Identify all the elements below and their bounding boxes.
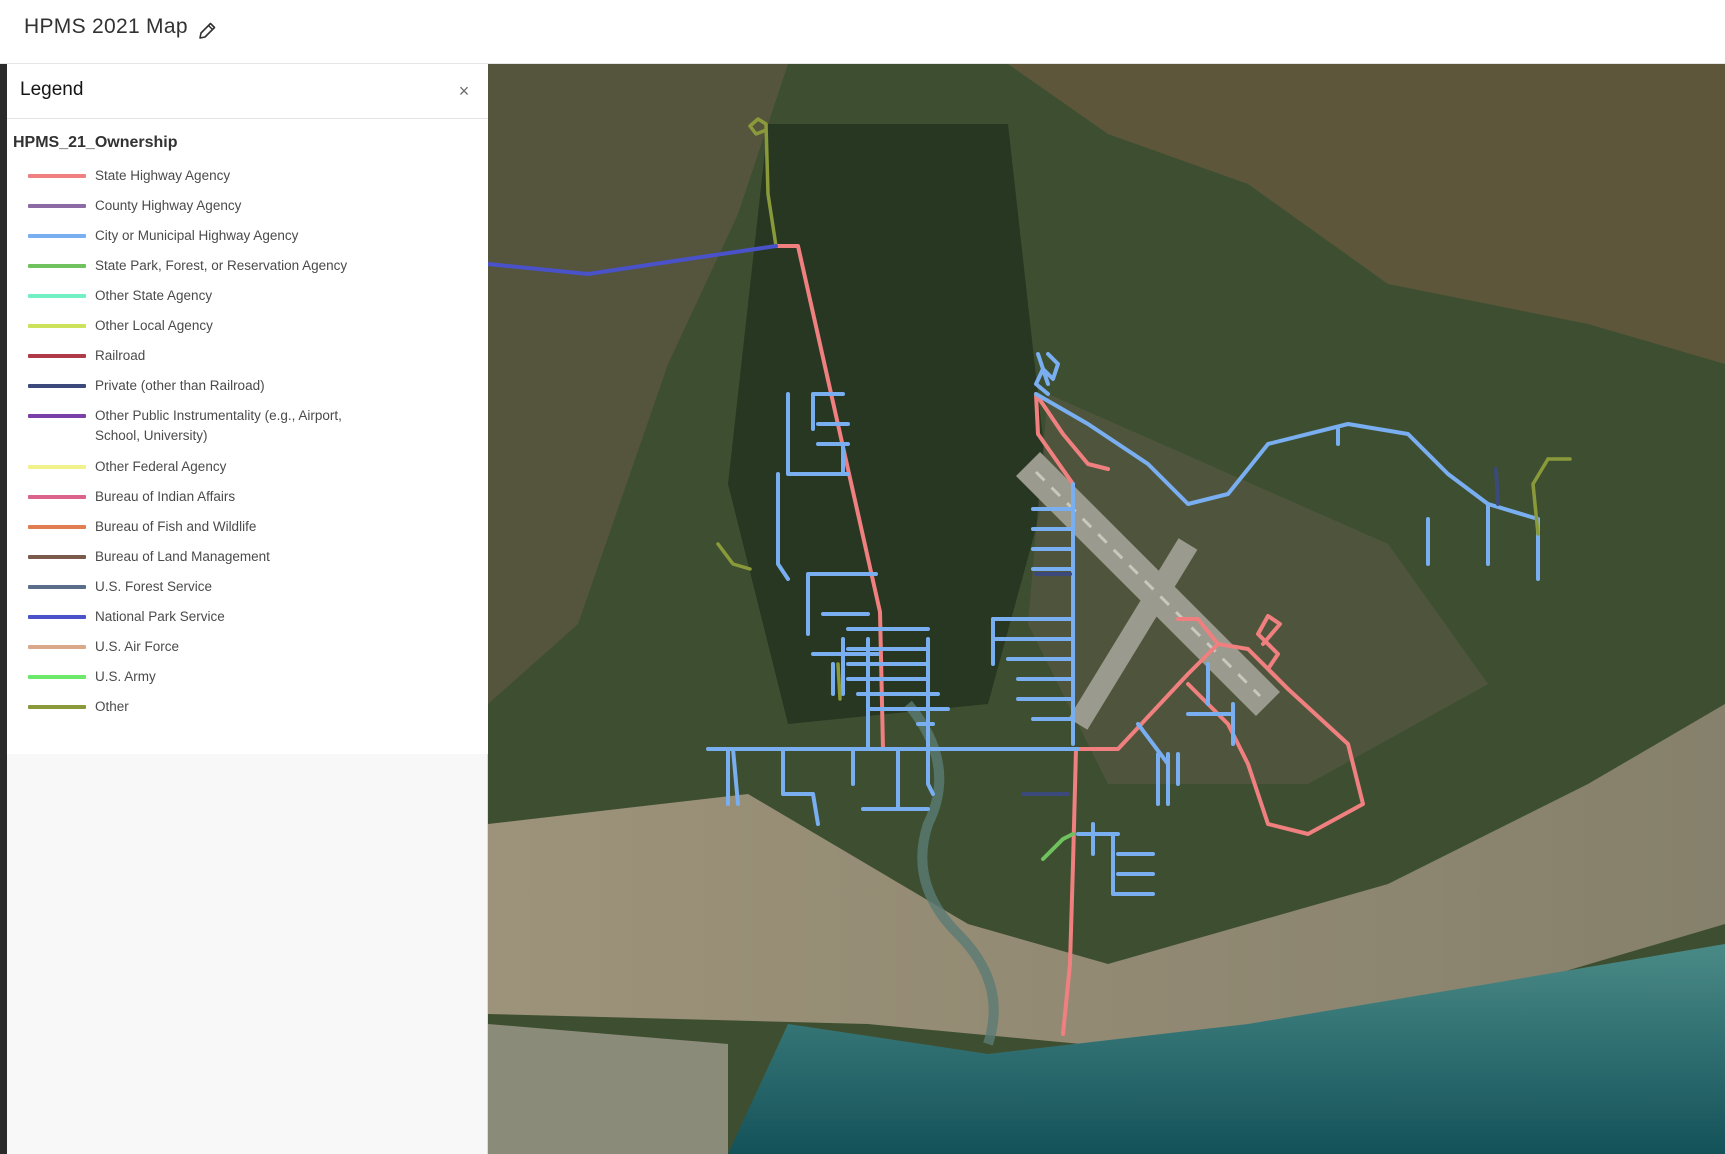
legend-item: Bureau of Land Management	[28, 547, 468, 577]
legend-panel: Legend × HPMS_21_Ownership State Highway…	[7, 64, 488, 1154]
legend-item: Other State Agency	[28, 286, 468, 316]
legend-item: Private (other than Railroad)	[28, 376, 468, 406]
legend-swatch	[28, 414, 86, 418]
legend-item: Railroad	[28, 346, 468, 376]
legend-swatch	[28, 555, 86, 559]
app-header: HPMS 2021 Map	[0, 0, 1725, 64]
legend-swatch	[28, 495, 86, 499]
legend-item: State Highway Agency	[28, 166, 468, 196]
legend-label: Other Local Agency	[95, 318, 213, 333]
legend-label: Private (other than Railroad)	[95, 378, 265, 393]
side-strip	[0, 64, 7, 1154]
legend-label: National Park Service	[95, 609, 225, 624]
legend-label: County Highway Agency	[95, 198, 242, 213]
close-icon[interactable]: ×	[453, 80, 475, 102]
legend-swatch	[28, 705, 86, 709]
legend-item: Bureau of Fish and Wildlife	[28, 517, 468, 547]
satellite-map[interactable]	[488, 64, 1725, 1154]
legend-item: U.S. Army	[28, 667, 468, 697]
legend-label: U.S. Air Force	[95, 639, 180, 654]
legend-swatch	[28, 354, 86, 358]
legend-card: Legend × HPMS_21_Ownership State Highway…	[7, 64, 488, 754]
legend-swatch	[28, 234, 86, 238]
legend-label: City or Municipal Highway Agency	[95, 228, 299, 243]
legend-title: Legend	[20, 79, 84, 100]
legend-item: State Park, Forest, or Reservation Agenc…	[28, 256, 468, 286]
legend-item: Other Federal Agency	[28, 457, 468, 487]
legend-item: U.S. Air Force	[28, 637, 468, 667]
legend-swatch	[28, 264, 86, 268]
layer-name: HPMS_21_Ownership	[13, 134, 178, 151]
map-title: HPMS 2021 Map	[24, 15, 188, 38]
legend-swatch	[28, 615, 86, 619]
legend-label: State Park, Forest, or Reservation Agenc…	[95, 258, 348, 273]
legend-label: State Highway Agency	[95, 168, 231, 183]
legend-header: Legend ×	[7, 64, 488, 119]
legend-label: Bureau of Fish and Wildlife	[95, 519, 257, 534]
legend-label: U.S. Forest Service	[95, 579, 213, 594]
legend-item: Bureau of Indian Affairs	[28, 487, 468, 517]
legend-item: County Highway Agency	[28, 196, 468, 226]
legend-label: U.S. Army	[95, 669, 156, 684]
legend-swatch	[28, 324, 86, 328]
legend-swatch	[28, 204, 86, 208]
forest-area	[728, 124, 1048, 724]
legend-item: Other	[28, 697, 468, 727]
legend-swatch	[28, 465, 86, 469]
legend-label: Bureau of Land Management	[95, 549, 270, 564]
legend-label: Railroad	[95, 348, 146, 363]
legend-item: Other Public Instrumentality (e.g., Airp…	[28, 406, 468, 457]
pencil-icon[interactable]	[196, 20, 218, 42]
legend-item: U.S. Forest Service	[28, 577, 468, 607]
legend-label: Other	[95, 699, 129, 714]
sand-bar	[488, 1024, 728, 1154]
legend-label: Other Public Instrumentality (e.g., Airp…	[95, 408, 342, 443]
legend-item: City or Municipal Highway Agency	[28, 226, 468, 256]
legend-swatch	[28, 174, 86, 178]
map-view[interactable]	[488, 64, 1725, 1154]
legend-swatch	[28, 384, 86, 388]
legend-swatch	[28, 585, 86, 589]
legend-list: State Highway Agency County Highway Agenc…	[28, 166, 468, 727]
legend-swatch	[28, 525, 86, 529]
legend-label: Bureau of Indian Affairs	[95, 489, 236, 504]
legend-swatch	[28, 294, 86, 298]
legend-label: Other State Agency	[95, 288, 213, 303]
legend-swatch	[28, 645, 86, 649]
legend-item: National Park Service	[28, 607, 468, 637]
legend-swatch	[28, 675, 86, 679]
legend-item: Other Local Agency	[28, 316, 468, 346]
legend-label: Other Federal Agency	[95, 459, 227, 474]
